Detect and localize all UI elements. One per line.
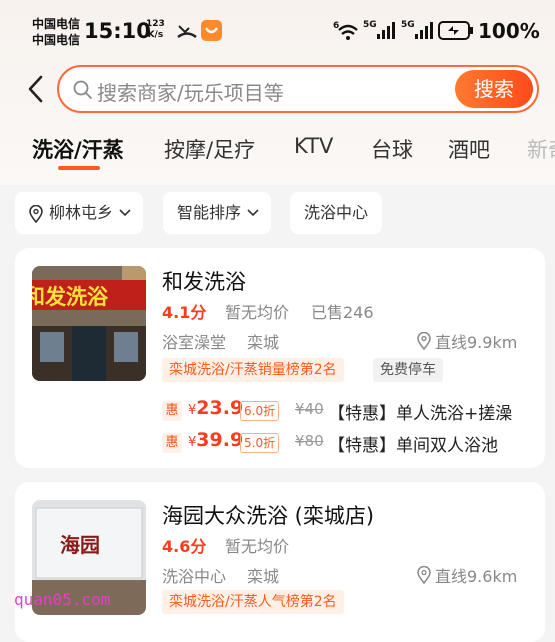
shop-card[interactable]: 和发洗浴 和发洗浴 4.1分 暂无均价 已售246 浴室澡堂 栾城 直线9.9k… (15, 248, 545, 468)
battery-percent: 100% (478, 19, 540, 43)
sort-filter[interactable]: 智能排序 (163, 192, 272, 234)
shop-area: 栾城 (247, 567, 280, 586)
app-notification-icon (201, 20, 222, 41)
shop-name[interactable]: 和发洗浴 (162, 266, 246, 296)
signal-label-2: 5G (401, 20, 415, 30)
deal-badge: 惠 (162, 401, 182, 421)
location-pin-icon (29, 205, 43, 223)
deal-description: 【特惠】单人洗浴+搓澡 (328, 404, 513, 424)
chevron-down-icon (247, 209, 259, 217)
sort-filter-label: 智能排序 (177, 203, 242, 222)
wifi-label: 6 (333, 21, 339, 31)
search-button[interactable]: 搜索 (455, 70, 533, 108)
tab-massage[interactable]: 按摩/足疗 (164, 134, 255, 164)
shop-category: 洗浴中心 (162, 567, 227, 586)
shop-sign-text: 海园 (60, 533, 100, 557)
deal-original-price: ¥40 (295, 400, 324, 418)
active-tab-indicator (58, 166, 100, 170)
tab-novel[interactable]: 新奇 (527, 134, 555, 164)
carrier-info: 中国电信 中国电信 (32, 16, 80, 48)
shop-name[interactable]: 海园大众洗浴 (栾城店) (162, 500, 374, 530)
back-arrow-icon[interactable] (22, 74, 52, 104)
tab-bar[interactable]: 酒吧 (448, 134, 490, 164)
deal-discount: 5.0折 (240, 433, 280, 453)
watermark: quan05.com (14, 590, 111, 609)
shop-score: 4.6分 (162, 537, 207, 556)
category-filter[interactable]: 洗浴中心 (290, 192, 383, 234)
avg-price: 暂无均价 (225, 537, 290, 556)
location-pin-icon (417, 332, 431, 350)
deal-badge: 惠 (162, 433, 182, 453)
shop-thumbnail: 和发洗浴 (32, 266, 146, 381)
clock: 15:10 (84, 19, 151, 43)
chevron-down-icon (119, 209, 131, 217)
filter-bar: 柳林屯乡 智能排序 洗浴中心 (0, 192, 555, 236)
shop-category: 浴室澡堂 (162, 333, 227, 352)
deal-row[interactable]: 惠 ¥39.9 5.0折 ¥80 【特惠】单间双人浴池 (162, 429, 542, 458)
deal-price-value: 39.9 (196, 429, 244, 451)
search-input[interactable]: 搜索商家/玩乐项目等 (97, 77, 284, 106)
wifi-icon: 6 (333, 21, 358, 40)
deal-price: ¥23.9 (188, 397, 243, 419)
shop-score: 4.1分 (162, 303, 207, 322)
avg-price: 暂无均价 (225, 303, 290, 322)
deal-discount: 6.0折 (240, 401, 280, 421)
parking-tag: 免费停车 (373, 358, 443, 382)
deal-price: ¥39.9 (188, 429, 243, 451)
location-pin-icon (417, 566, 431, 584)
search-bar[interactable]: 搜索商家/玩乐项目等 搜索 (57, 65, 539, 113)
signal-label-1: 5G (363, 20, 377, 30)
distance: 直线9.9km (435, 333, 518, 352)
carrier-1: 中国电信 (32, 17, 81, 31)
signal-icon-2: 5G (401, 20, 433, 39)
rank-tag[interactable]: 栾城洗浴/汗蒸人气榜第2名 (162, 590, 344, 614)
shop-card[interactable]: 海园 海园大众洗浴 (栾城店) 4.6分 暂无均价 洗浴中心 栾城 直线9.6k… (15, 482, 545, 642)
deal-original-price: ¥80 (295, 432, 324, 450)
deal-description: 【特惠】单间双人浴池 (328, 436, 498, 456)
location-filter-label: 柳林屯乡 (49, 203, 114, 222)
tab-bath[interactable]: 洗浴/汗蒸 (32, 134, 124, 164)
missed-call-icon (177, 25, 197, 39)
location-filter[interactable]: 柳林屯乡 (15, 192, 144, 234)
search-icon (73, 80, 92, 99)
net-speed-unit: K/s (147, 30, 164, 40)
battery-icon (438, 21, 473, 40)
signal-icon-1: 5G (363, 20, 395, 39)
shop-sign-text: 和发洗浴 (32, 285, 109, 309)
tab-ktv[interactable]: KTV (294, 134, 333, 158)
tab-billiards[interactable]: 台球 (371, 134, 413, 164)
carrier-2: 中国电信 (32, 33, 81, 47)
sold-count: 已售246 (311, 303, 374, 322)
net-speed-value: 123 (146, 19, 165, 29)
rank-tag[interactable]: 栾城洗浴/汗蒸销量榜第2名 (162, 358, 344, 382)
net-speed: 123 K/s (146, 19, 165, 41)
status-bar: 中国电信 中国电信 15:10 123 K/s 6 5G 5G 100% (0, 0, 555, 62)
deal-row[interactable]: 惠 ¥23.9 6.0折 ¥40 【特惠】单人洗浴+搓澡 (162, 397, 542, 426)
distance: 直线9.6km (435, 567, 518, 586)
shop-area: 栾城 (247, 333, 280, 352)
deal-price-value: 23.9 (196, 397, 244, 419)
